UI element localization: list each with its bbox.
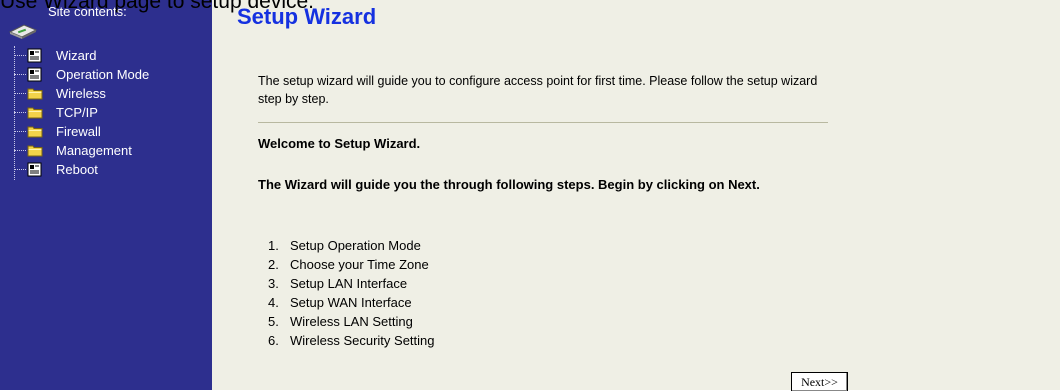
folder-icon (27, 126, 43, 138)
tree-connector (14, 55, 26, 56)
intro-text: The setup wizard will guide you to confi… (258, 74, 818, 106)
sidebar-item-management[interactable]: Management (14, 141, 149, 160)
step-number: 1. (268, 238, 279, 253)
tree-connector (14, 131, 26, 132)
folder-icon (27, 107, 43, 119)
step-label: Wireless Security Setting (290, 333, 435, 348)
step-item: 1. Setup Operation Mode (268, 236, 435, 255)
step-number: 4. (268, 295, 279, 310)
divider (258, 122, 828, 123)
step-number: 5. (268, 314, 279, 329)
step-number: 3. (268, 276, 279, 291)
sidebar-item-label: Firewall (56, 124, 101, 139)
step-item: 3. Setup LAN Interface (268, 274, 435, 293)
tree-connector (14, 74, 26, 75)
sidebar-item-label: Reboot (56, 162, 98, 177)
page-icon (27, 162, 42, 177)
sidebar-item-firewall[interactable]: Firewall (14, 122, 149, 141)
sidebar-item-wireless[interactable]: Wireless (14, 84, 149, 103)
step-item: 5. Wireless LAN Setting (268, 312, 435, 331)
sidebar-item-label: Wizard (56, 48, 97, 63)
page-icon (27, 67, 42, 82)
sidebar-item-operation-mode[interactable]: Operation Mode (14, 65, 149, 84)
step-label: Setup LAN Interface (290, 276, 408, 291)
tree-connector (14, 112, 26, 113)
step-label: Wireless LAN Setting (290, 314, 413, 329)
sidebar-item-label: Operation Mode (56, 67, 150, 82)
sidebar-item-label: TCP/IP (56, 105, 98, 120)
sidebar-item-reboot[interactable]: Reboot (14, 160, 149, 179)
step-item: 2. Choose your Time Zone (268, 255, 435, 274)
figure-caption: Use Wizard page to setup device. (0, 0, 314, 13)
tree-connector (14, 93, 26, 94)
sidebar: Site contents: Wizard Operation Mode Wir… (0, 0, 212, 390)
step-label: Setup WAN Interface (290, 295, 412, 310)
step-number: 6. (268, 333, 279, 348)
folder-icon (27, 145, 43, 157)
sidebar-item-label: Management (56, 143, 132, 158)
sidebar-item-tcpip[interactable]: TCP/IP (14, 103, 149, 122)
page-icon (27, 48, 42, 63)
guide-text: The Wizard will guide you the through fo… (258, 177, 760, 192)
disk-icon (8, 24, 38, 39)
steps-list: 1. Setup Operation Mode 2. Choose your Tim… (268, 236, 435, 350)
nav-tree: Wizard Operation Mode Wireless TCP/IP Fi… (14, 46, 149, 179)
next-button[interactable]: Next>> (791, 372, 848, 391)
tree-connector (14, 150, 26, 151)
sidebar-item-wizard[interactable]: Wizard (14, 46, 149, 65)
step-item: 6. Wireless Security Setting (268, 331, 435, 350)
step-label: Setup Operation Mode (290, 238, 421, 253)
main-content: Setup Wizard The setup wizard will guide… (212, 0, 1060, 391)
sidebar-item-label: Wireless (56, 86, 106, 101)
tree-connector (14, 169, 26, 170)
step-item: 4. Setup WAN Interface (268, 293, 435, 312)
step-number: 2. (268, 257, 279, 272)
folder-icon (27, 88, 43, 100)
step-label: Choose your Time Zone (290, 257, 429, 272)
welcome-heading: Welcome to Setup Wizard. (258, 136, 421, 151)
